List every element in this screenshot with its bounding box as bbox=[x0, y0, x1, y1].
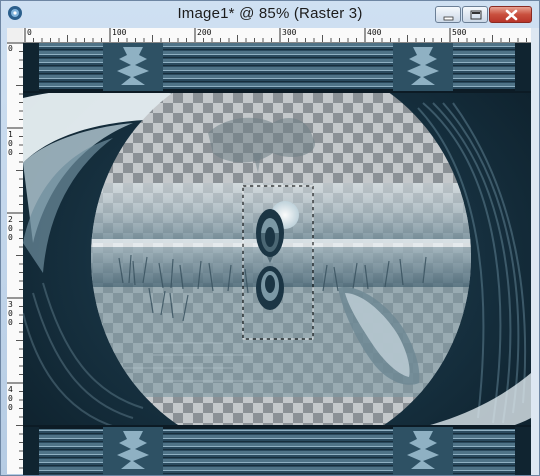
ruler-label: 100 bbox=[112, 28, 127, 37]
ruler-corner bbox=[7, 28, 24, 43]
ruler-label: 500 bbox=[452, 28, 467, 37]
ruler-label: 3 0 0 bbox=[8, 300, 13, 327]
ruler-label: 200 bbox=[197, 28, 212, 37]
artwork bbox=[23, 43, 531, 475]
minimize-button[interactable] bbox=[435, 6, 461, 23]
image-canvas[interactable] bbox=[23, 43, 531, 475]
ruler-label: 1 0 0 bbox=[8, 130, 13, 157]
minimize-icon bbox=[443, 16, 454, 21]
ruler-label: 300 bbox=[282, 28, 297, 37]
close-button[interactable] bbox=[489, 6, 532, 23]
ruler-label: 0 bbox=[8, 44, 13, 53]
vertical-ruler[interactable]: 0 1 0 0 2 0 0 3 0 0 4 0 0 bbox=[7, 42, 24, 474]
title-bar[interactable]: Image1* @ 85% (Raster 3) bbox=[1, 1, 539, 28]
image-window: Image1* @ 85% (Raster 3) 0 100 200 300 4… bbox=[0, 0, 540, 476]
window-right-edge bbox=[531, 28, 539, 475]
maximize-button[interactable] bbox=[462, 6, 488, 23]
ruler-label: 4 0 0 bbox=[8, 385, 13, 412]
ruler-label: 400 bbox=[367, 28, 382, 37]
maximize-icon bbox=[470, 10, 482, 20]
ruler-label: 2 0 0 bbox=[8, 215, 13, 242]
horizontal-ruler[interactable]: 0 100 200 300 400 500 bbox=[23, 28, 531, 43]
close-icon bbox=[505, 9, 518, 21]
ruler-label: 0 bbox=[27, 28, 32, 37]
